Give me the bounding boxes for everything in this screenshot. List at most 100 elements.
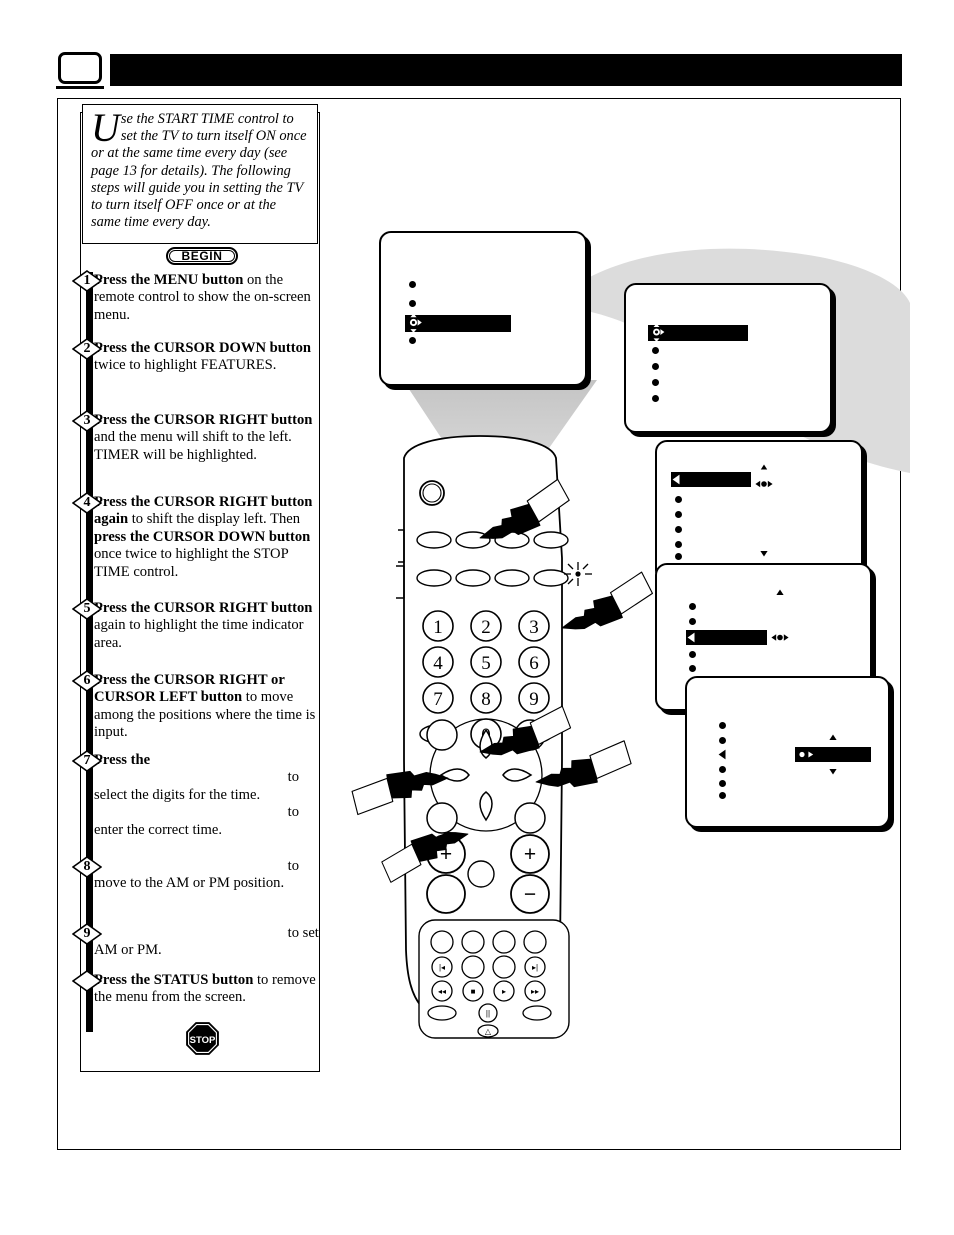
cursor-down-icon [829, 769, 837, 775]
begin-badge: BEGIN [166, 247, 238, 265]
keypad-key-5[interactable]: 5 [470, 646, 502, 678]
round-button-bottom-right[interactable] [514, 802, 546, 834]
step-7: 7 Press the to select the digits for the … [70, 750, 320, 839]
oval-button[interactable] [416, 569, 452, 587]
step-3: 3 Press the CURSOR RIGHT button and the m… [70, 410, 320, 464]
menu-bullet [719, 766, 726, 773]
step-number [72, 970, 102, 992]
step-number: 7 [83, 753, 91, 768]
keypad-key-6[interactable]: 6 [518, 646, 550, 678]
vcr-button[interactable] [492, 930, 516, 954]
cursor-updown-right-icon [409, 313, 422, 333]
keypad-key-9[interactable]: 9 [518, 682, 550, 714]
page-number-underline [56, 86, 104, 89]
mute-button[interactable] [467, 860, 495, 888]
step-number: 3 [83, 413, 91, 428]
vcr-button[interactable] [461, 955, 485, 979]
intro-body: se the START TIME control to set the TV … [91, 111, 307, 231]
step-text: Press the CURSOR DOWN button twice to hi… [94, 340, 312, 374]
power-button-ring [422, 483, 442, 503]
cursor-left-right-icon [755, 464, 773, 488]
volume-minus-button[interactable] [426, 874, 466, 914]
step-text: Press the CURSOR RIGHT or CURSOR LEFT bu… [94, 672, 316, 741]
vcr-button[interactable] [492, 955, 516, 979]
pointing-hand [561, 571, 654, 630]
step-number: 2 [83, 341, 91, 356]
vcr-oval-button[interactable] [522, 1005, 552, 1021]
svg-text:2: 2 [481, 617, 491, 638]
tv-screen-1 [379, 231, 587, 386]
vcr-oval-button[interactable] [427, 1005, 457, 1021]
header-bar [110, 54, 902, 86]
tv-screen-2 [624, 283, 832, 433]
oval-button[interactable] [416, 531, 452, 549]
menu-button[interactable] [426, 719, 458, 751]
vcr-eject-glyph: △ [485, 1027, 492, 1036]
vcr-fastforward-glyph: ▸▸ [531, 987, 539, 996]
step-text: Press the CURSOR RIGHT button again to s… [94, 494, 313, 580]
channel-minus-label: − [524, 883, 536, 906]
intro-paragraph: Use the START TIME control to set the TV… [91, 108, 309, 231]
step-text: Press the MENU button on the remote cont… [94, 272, 311, 323]
menu-bullet [652, 379, 659, 386]
menu-bullet [409, 281, 416, 288]
cursor-updown-right-icon [653, 323, 665, 342]
oval-button[interactable] [494, 569, 530, 587]
oval-button[interactable] [455, 569, 491, 587]
keypad-key-1[interactable]: 1 [422, 610, 454, 642]
vcr-stop-glyph: ■ [471, 987, 476, 996]
page-number [58, 53, 102, 83]
keypad-key-4[interactable]: 4 [422, 646, 454, 678]
tv-screen-5 [685, 676, 890, 828]
step-number-diamond: 4 [72, 492, 102, 514]
remote-control-illustration: 1234567890 + + − |◂ ▸| ◂◂ [351, 435, 654, 1039]
cursor-left-icon [718, 749, 726, 760]
menu-bullet [409, 300, 416, 307]
svg-text:4: 4 [433, 653, 443, 674]
step-9: 9 to set AM or PM. [70, 923, 320, 960]
menu-bullet [719, 792, 726, 799]
cursor-up-icon [776, 589, 784, 595]
light-icon [564, 562, 592, 586]
oval-button[interactable] [533, 531, 569, 549]
step-8: 8 to move to the AM or PM position. [70, 856, 320, 893]
step-text: to move to the AM or PM position. [94, 858, 299, 892]
cursor-left-right-icon [799, 751, 814, 758]
keypad-key-2[interactable]: 2 [470, 610, 502, 642]
svg-text:7: 7 [433, 689, 443, 710]
menu-bullet [652, 347, 659, 354]
vcr-button[interactable] [430, 930, 454, 954]
step-number: 9 [83, 926, 91, 941]
menu-bullet [652, 363, 659, 370]
step-number-diamond: 6 [72, 670, 102, 692]
svg-text:9: 9 [529, 689, 539, 710]
vcr-button[interactable] [523, 930, 547, 954]
oval-button[interactable] [533, 569, 569, 587]
keypad-key-8[interactable]: 8 [470, 682, 502, 714]
vcr-button[interactable] [461, 930, 485, 954]
stop-label: STOP [190, 1035, 216, 1046]
svg-text:6: 6 [529, 653, 539, 674]
channel-plus-label: + [524, 843, 536, 866]
svg-text:5: 5 [481, 653, 491, 674]
keypad-key-7[interactable]: 7 [422, 682, 454, 714]
step-number: 1 [83, 273, 91, 288]
menu-bullet [719, 737, 726, 744]
step-number-diamond: 2 [72, 338, 102, 360]
step-text: to set AM or PM. [94, 925, 319, 959]
vcr-next-glyph: ▸| [532, 963, 538, 972]
step-number: 5 [83, 601, 91, 616]
step-number-diamond [72, 970, 102, 992]
step-number: 8 [83, 859, 91, 874]
cursor-left-right-icon [771, 634, 789, 641]
step-2: 2 Press the CURSOR DOWN button twice to h… [70, 338, 320, 375]
step-number-diamond: 3 [72, 410, 102, 432]
vcr-rewind-glyph: ◂◂ [438, 987, 446, 996]
vcr-pause-glyph: || [486, 1009, 490, 1018]
keypad-key-3[interactable]: 3 [518, 610, 550, 642]
step-4: 4 Press the CURSOR RIGHT button again to … [70, 492, 320, 581]
begin-label: BEGIN [181, 249, 223, 263]
step-6: 6 Press the CURSOR RIGHT or CURSOR LEFT b… [70, 670, 320, 742]
round-button-bottom-left[interactable] [426, 802, 458, 834]
menu-bullet [409, 337, 416, 344]
